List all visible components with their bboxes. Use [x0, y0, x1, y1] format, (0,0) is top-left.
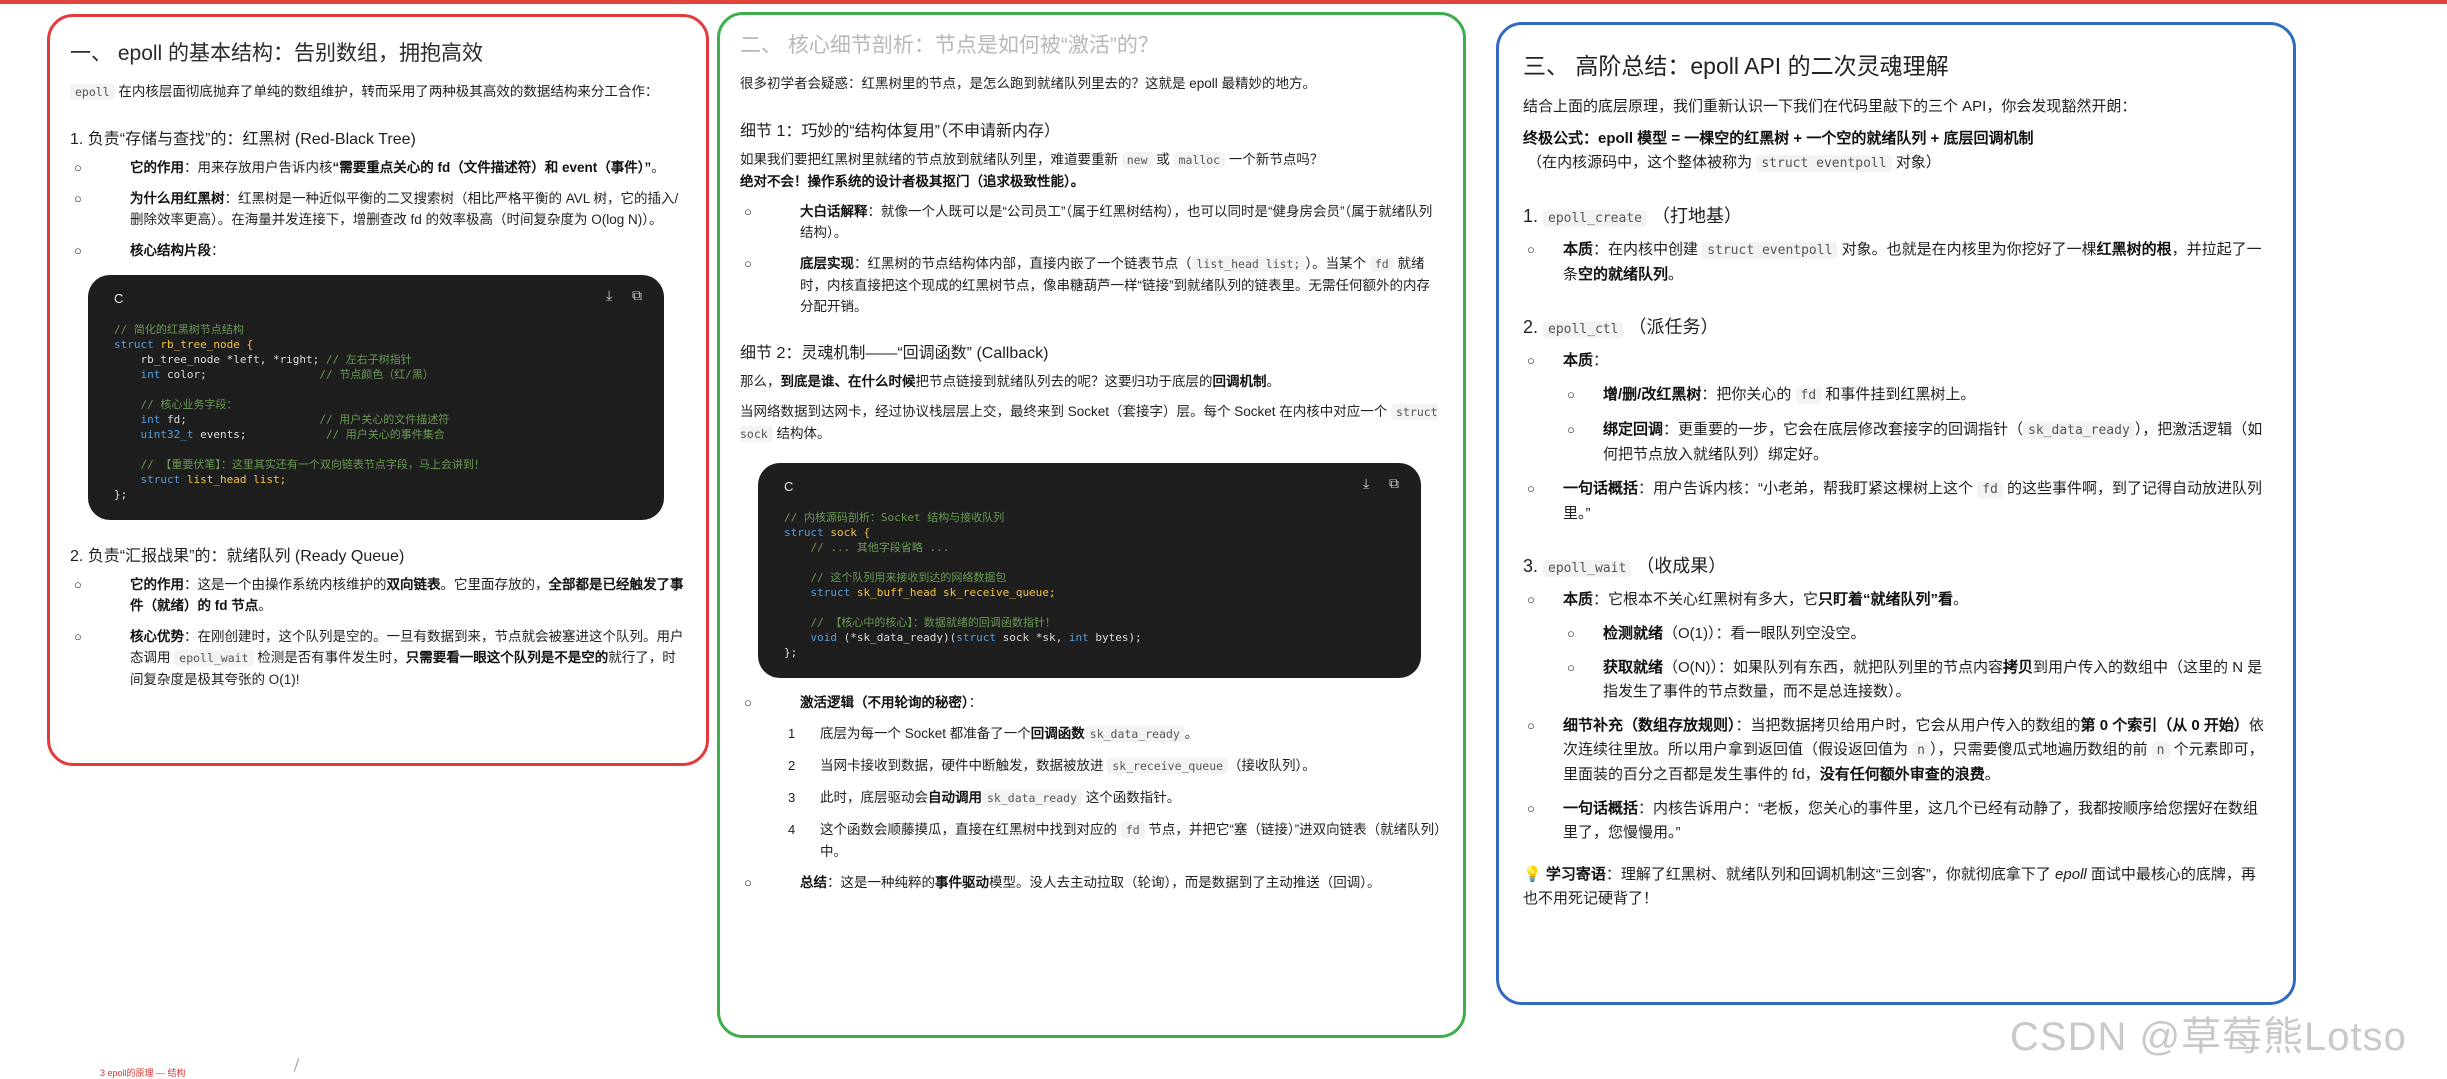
section-title: 二、 核心细节剖析：节点是如何被“激活”的？ [740, 34, 1159, 57]
subsection-title: 2. 负责“汇报战果”的：就绪队列 (Ready Queue) [70, 548, 405, 565]
step-item: 2 当网卡接收到数据，硬件中断触发，数据被放进 sk_receive_queue （… [788, 758, 1316, 774]
list-item: ○ 本质：它根本不关心红黑树有多大，它只盯着“就绪队列”看。 [1527, 591, 1969, 608]
download-icon[interactable]: ⤓ [606, 289, 622, 305]
api-title-epoll-wait: 3. epoll_wait （收成果） [1523, 556, 1727, 577]
api-title-epoll-ctl: 2. epoll_ctl （派任务） [1523, 317, 1719, 338]
copy-icon[interactable]: ⧉ [1389, 477, 1405, 493]
step-item: 1 底层为每一个 Socket 都准备了一个回调函数 sk_data_ready。 [788, 726, 1199, 742]
list-item: ○ 本质：在内核中创建 struct eventpoll 对象。也就是在内核里为你… [1527, 241, 2262, 283]
numbered-steps: 1 底层为每一个 Socket 都准备了一个回调函数 sk_data_ready。 2… [740, 723, 1443, 862]
copy-icon[interactable]: ⧉ [632, 289, 648, 305]
intro-paragraph: epoll 在内核层面彻底抛弃了单纯的数组维护，转而采用了两种极其高效的数据结构… [70, 81, 686, 103]
lightbulb-icon: 💡 [1523, 866, 1542, 883]
section-panel-node-activation: 二、 核心细节剖析：节点是如何被“激活”的？ 很多初学者会疑惑：红黑树里的节点，… [717, 12, 1466, 1038]
list-item: ○ 获取就绪（O(N)）：如果队列有东西，就把队列里的节点内容拷贝到用户传入的数组… [1567, 659, 2263, 700]
code-block-rb-tree: C ⤓ ⧉ // 简化的红黑树节点结构 struct rb_tree_node … [88, 275, 664, 520]
list-item: ○ 为什么用红黑树：红黑树是一种近似平衡的二叉搜索树（相比严格平衡的 AVL 树，… [74, 191, 679, 227]
code-language-label: C [114, 291, 124, 306]
code-language-label: C [784, 479, 794, 494]
list-item: ○ 核心优势：在刚创建时，这个队列是空的。一旦有数据到来，节点就会被塞进这个队列。… [74, 629, 684, 687]
subsection-title: 细节 1：巧妙的“结构体复用”（不申请新内存） [740, 123, 1061, 140]
code-content: // 内核源码剖析：Socket 结构与接收队列 struct sock { /… [784, 511, 1142, 659]
inline-code: epoll [70, 84, 115, 100]
section-title: 三、 高阶总结：epoll API 的二次灵魂理解 [1523, 53, 1949, 79]
section-panel-api-summary: 三、 高阶总结：epoll API 的二次灵魂理解 结合上面的底层原理，我们重新… [1496, 22, 2296, 1005]
api-title-epoll-create: 1. epoll_create （打地基） [1523, 206, 1742, 227]
top-accent-line [0, 0, 2447, 4]
subsection-title: 细节 2：灵魂机制——“回调函数” (Callback) [740, 345, 1049, 362]
paragraph: 如果我们要把红黑树里就绪的节点放到就绪队列里，难道要重新 new 或 mallo… [740, 152, 1324, 189]
intro-paragraph: 结合上面的底层原理，我们重新认识一下我们在代码里敲下的三个 API，你会发现豁然… [1523, 98, 2137, 115]
list-item: ○ 大白话解释：就像一个人既可以是“公司员工”（属于红黑树结构），也可以同时是“健… [744, 204, 1433, 240]
list-item: ○ 绑定回调：更重要的一步，它会在底层修改套接字的回调指针（ sk_data_rea… [1567, 421, 2263, 463]
list-item: ○ 激活逻辑（不用轮询的秘密）： [744, 695, 983, 710]
learning-tip: 💡 学习寄语：理解了红黑树、就绪队列和回调机制这“三剑客”，你就彻底拿下了 ep… [1523, 866, 2256, 907]
code-content: // 简化的红黑树节点结构 struct rb_tree_node { rb_t… [114, 323, 485, 501]
list-item: ○ 总结：这是一种纯粹的事件驱动模型。没人去主动拉取（轮询），而是数据到了主动推送… [744, 875, 1381, 890]
list-item: ○ 检测就绪（O(1)）：看一眼队列空没空。 [1567, 625, 1866, 642]
watermark: CSDN @草莓熊Lotso [2010, 1015, 2407, 1059]
list-item: ○ 本质： [1527, 352, 1609, 369]
divider [293, 1058, 300, 1072]
list-item: ○ 一句话概括：内核告诉用户：“老板，您关心的事件里，这几个已经有动静了，我都按顺… [1527, 800, 2259, 841]
subsection-title: 1. 负责“存储与查找”的：红黑树 (Red-Black Tree) [70, 131, 416, 148]
list-item: ○ 核心结构片段： [74, 243, 225, 258]
list-item: ○ 细节补充（数组存放规则）：当把数据拷贝给用户时，它会从用户传入的数组的第 0 … [1527, 717, 2264, 783]
step-item: 4 这个函数会顺藤摸瓜，直接在红黑树中找到对应的 fd 节点，并把它“塞（链接）”… [788, 822, 1441, 859]
section-panel-basic-structure: 一、 epoll 的基本结构：告别数组，拥抱高效 epoll 在内核层面彻底抛弃… [47, 14, 709, 766]
formula: 终极公式：epoll 模型 = 一棵空的红黑树 + 一个空的就绪队列 + 底层回… [1523, 130, 2034, 172]
section-title: 一、 epoll 的基本结构：告别数组，拥抱高效 [70, 42, 484, 65]
list-item: ○ 它的作用：这是一个由操作系统内核维护的双向链表。它里面存放的，全部都是已经触发… [74, 577, 684, 613]
paragraph: 当网络数据到达网卡，经过协议栈层层上交，最终来到 Socket（套接字）层。每个… [740, 404, 1438, 442]
list-item: ○ 底层实现：红黑树的节点结构体内部，直接内嵌了一个链表节点（ list_head … [744, 256, 1430, 314]
list-item: ○ 增/删/改红黑树：把你关心的 fd 和事件挂到红黑树上。 [1567, 386, 1976, 404]
paragraph: 那么，到底是谁、在什么时候把节点链接到就绪队列去的呢？这要归功于底层的回调机制。 [740, 374, 1280, 389]
download-icon[interactable]: ⤓ [1363, 477, 1379, 493]
intro-paragraph: 很多初学者会疑惑：红黑树里的节点，是怎么跑到就绪队列里去的？这就是 epoll … [740, 76, 1317, 91]
step-item: 3 此时，底层驱动会自动调用 sk_data_ready 这个函数指针。 [788, 790, 1181, 806]
list-item: ○ 它的作用：用来存放用户告诉内核“需要重点关心的 fd（文件描述符）和 even… [74, 160, 665, 175]
footer-caption: 3 epoll的原理 — 结构 [100, 1068, 186, 1078]
code-block-struct-sock: C ⤓ ⧉ // 内核源码剖析：Socket 结构与接收队列 struct so… [758, 463, 1421, 678]
list-item: ○ 一句话概括：用户告诉内核：“小老弟，帮我盯紧这棵树上这个 fd 的这些事件啊，… [1527, 480, 2263, 522]
